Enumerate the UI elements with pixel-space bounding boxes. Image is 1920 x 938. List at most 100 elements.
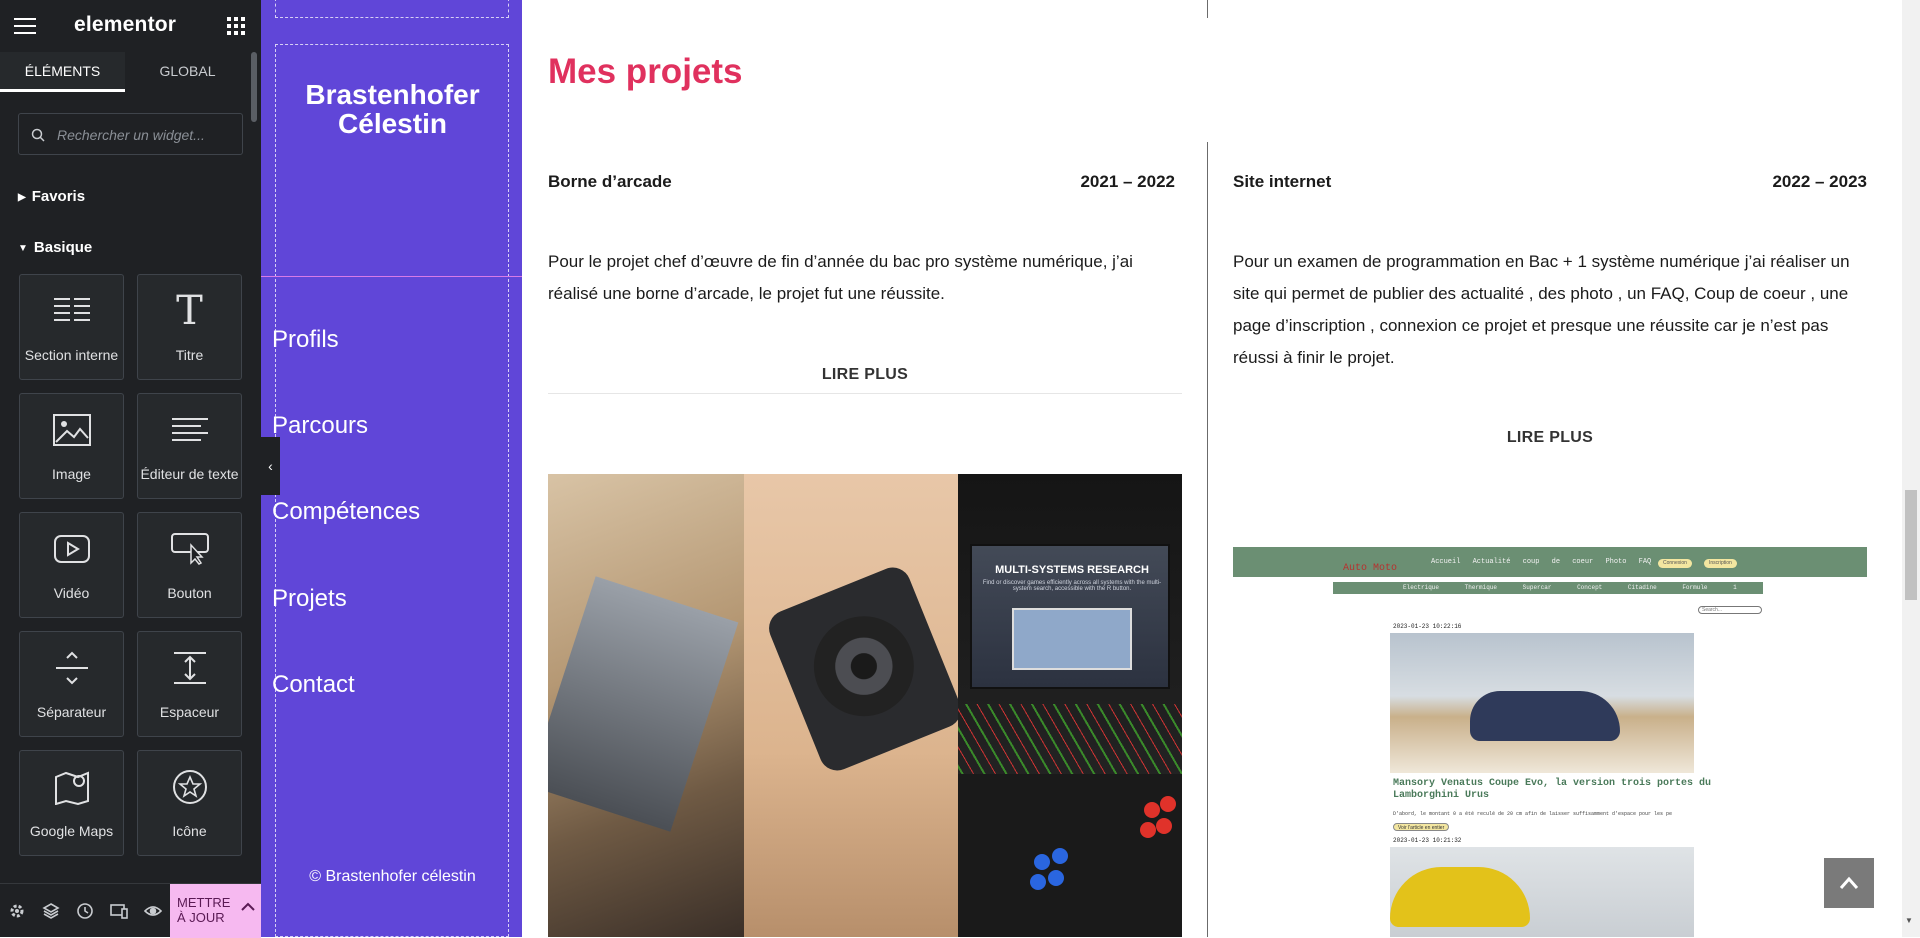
widget-google-maps[interactable]: Google Maps	[19, 750, 124, 856]
column-divider-top	[1207, 0, 1208, 18]
widget-label: Icône	[172, 823, 207, 839]
category-label: Basique	[33, 239, 93, 256]
scroll-to-top-button[interactable]	[1824, 858, 1874, 908]
widget-label: Titre	[175, 347, 204, 363]
screenshot-search: Search...	[1698, 606, 1762, 614]
widget-video[interactable]: Vidéo	[19, 512, 124, 618]
caret-down-icon: ▼	[18, 242, 28, 254]
widget-inner-section[interactable]: Section interne	[19, 274, 124, 380]
widget-label: Espaceur	[159, 704, 220, 720]
tab-global[interactable]: GLOBAL	[125, 52, 250, 92]
update-label: METTRE À JOUR	[177, 895, 231, 925]
tab-elements[interactable]: ÉLÉMENTS	[0, 52, 125, 92]
arcade-photo-cabinet	[548, 474, 744, 937]
site-sidebar	[261, 0, 522, 937]
widget-icon[interactable]: Icône	[137, 750, 242, 856]
spacer-icon	[173, 652, 206, 684]
nav-link-projets[interactable]: Projets	[272, 585, 347, 613]
read-more-underline	[548, 393, 1182, 394]
nav-link-contact[interactable]: Contact	[272, 671, 355, 699]
widget-search-input[interactable]	[55, 124, 235, 146]
navigator-icon[interactable]	[42, 902, 60, 920]
page-scrollbar-thumb[interactable]	[1905, 490, 1917, 600]
preview-icon[interactable]	[144, 902, 162, 920]
read-more-link[interactable]: LIRE PLUS	[548, 366, 1182, 384]
screen-title: MULTI-SYSTEMS RESEARCH	[995, 564, 1149, 576]
project-description: Pour le projet chef d’œuvre de fin d’ann…	[548, 252, 1133, 303]
panel-scrollbar[interactable]	[251, 52, 257, 122]
arcade-photo-fan	[744, 474, 967, 937]
widget-search	[18, 113, 243, 155]
chevron-up-icon	[1839, 876, 1859, 889]
google-maps-icon	[54, 771, 89, 805]
screen-text: Find or discover games efficiently acros…	[982, 580, 1162, 592]
widget-label: Image	[52, 466, 91, 482]
project-title: Site internet	[1233, 172, 1332, 191]
widget-label: Google Maps	[29, 823, 114, 839]
collapse-panel-button[interactable]: ‹	[261, 437, 280, 495]
chevron-left-icon: ‹	[268, 458, 273, 474]
nav-link-parcours[interactable]: Parcours	[272, 412, 368, 440]
panel-tabs: ÉLÉMENTS GLOBAL	[0, 52, 250, 92]
settings-icon[interactable]	[8, 902, 26, 920]
website-project-screenshot[interactable]: Auto Moto Accueil Actualité coup de coeu…	[1233, 547, 1867, 937]
screenshot-car-photo	[1390, 847, 1694, 937]
star-icon	[172, 770, 207, 804]
screenshot-car-photo	[1390, 633, 1694, 773]
image-icon	[52, 414, 91, 446]
widget-label: Éditeur de texte	[140, 466, 239, 482]
panel-footer: METTRE À JOUR	[0, 883, 261, 938]
widget-label: Bouton	[167, 585, 212, 601]
search-icon	[31, 128, 45, 142]
category-basique[interactable]: ▼ Basique	[18, 239, 92, 256]
widget-heading[interactable]: T Titre	[137, 274, 242, 380]
video-icon	[53, 535, 90, 563]
nav-link-profils[interactable]: Profils	[272, 326, 339, 354]
project-years: 2021 – 2022	[1080, 172, 1175, 191]
page-scrollbar[interactable]	[1902, 0, 1920, 937]
widget-label: Section interne	[24, 347, 119, 363]
widget-text-editor[interactable]: Éditeur de texte	[137, 393, 242, 499]
panel-header: elementor	[0, 0, 261, 52]
text-editor-icon	[171, 418, 208, 441]
arcade-project-image[interactable]: MULTI-SYSTEMS RESEARCH Find or discover …	[548, 474, 1182, 937]
category-favoris[interactable]: ▶ Favoris	[18, 188, 85, 205]
project-title: Borne d’arcade	[548, 172, 672, 191]
update-button[interactable]: METTRE À JOUR	[170, 884, 261, 938]
project-years: 2022 – 2023	[1772, 172, 1867, 191]
nav-link-competences[interactable]: Compétences	[272, 498, 420, 526]
arcade-photo-screen: MULTI-SYSTEMS RESEARCH Find or discover …	[958, 474, 1182, 937]
section-outline	[275, 0, 509, 18]
project-description: Pour un examen de programmation en Bac +…	[1233, 252, 1850, 367]
screenshot-brand: Auto Moto	[1343, 563, 1398, 574]
history-icon[interactable]	[76, 902, 94, 920]
column-outline	[275, 44, 509, 937]
section-divider	[261, 276, 522, 277]
widget-button[interactable]: Bouton	[137, 512, 242, 618]
widget-grid: Section interne T Titre Image Éditeur de…	[19, 274, 244, 880]
site-owner-name: Brastenhofer Célestin	[305, 79, 480, 139]
screenshot-signup-button: Inscription	[1704, 559, 1737, 568]
widget-label: Séparateur	[36, 704, 107, 720]
inner-section-icon	[53, 298, 90, 321]
column-divider	[1207, 142, 1208, 937]
responsive-icon[interactable]	[110, 902, 128, 920]
screenshot-subnav: Electrique Thermique Supercar Concept Ci…	[1333, 582, 1763, 594]
heading-icon: T	[176, 288, 203, 334]
screenshot-date: 2023-01-23 10:21:32	[1393, 837, 1462, 844]
read-more-link[interactable]: LIRE PLUS	[1233, 429, 1867, 447]
scroll-down-arrow-icon[interactable]: ▼	[1905, 916, 1913, 925]
category-label: Favoris	[31, 188, 86, 205]
widget-label: Vidéo	[53, 585, 90, 601]
screenshot-login-button: Connexion	[1658, 559, 1692, 568]
screenshot-read-more: Voir l'article en entier	[1393, 823, 1450, 831]
widgets-grid-icon[interactable]	[227, 17, 245, 35]
widget-divider[interactable]: Séparateur	[19, 631, 124, 737]
screenshot-nav: Accueil Actualité coup de coeur Photo FA…	[1431, 558, 1652, 566]
widget-spacer[interactable]: Espaceur	[137, 631, 242, 737]
chevron-up-icon[interactable]	[241, 902, 255, 912]
hamburger-menu-icon[interactable]	[14, 18, 36, 34]
widget-image[interactable]: Image	[19, 393, 124, 499]
page-title: Mes projets	[548, 52, 743, 91]
elementor-panel: elementor ÉLÉMENTS GLOBAL ▶ Favoris ▼ Basi…	[0, 0, 261, 938]
